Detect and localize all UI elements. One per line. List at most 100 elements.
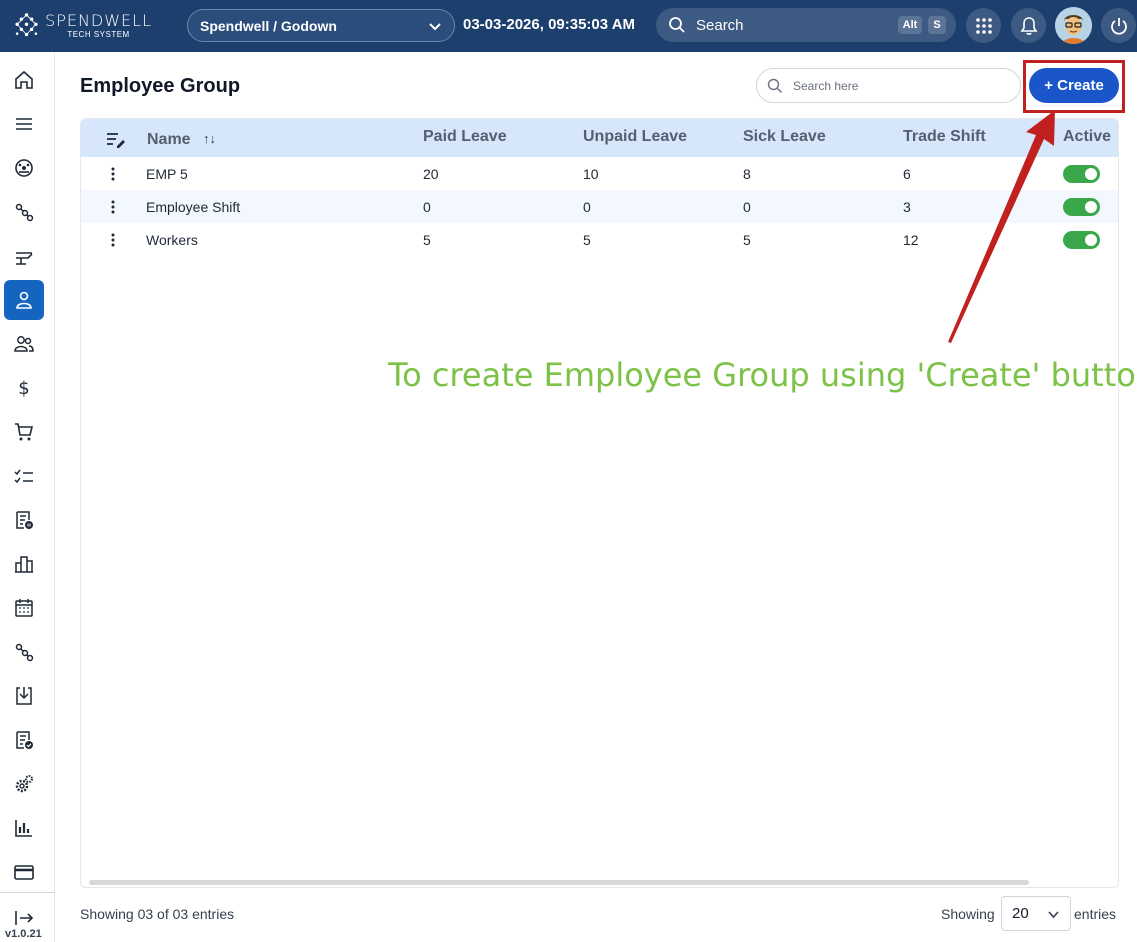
sidebar-item-import[interactable] bbox=[4, 676, 44, 716]
buildings-icon bbox=[15, 556, 33, 573]
cart-icon bbox=[15, 423, 34, 441]
sidebar-item-employee[interactable] bbox=[4, 280, 44, 320]
document-check-icon bbox=[16, 731, 33, 749]
column-header-active[interactable]: Active bbox=[1063, 128, 1111, 146]
sort-icon[interactable]: ↑↓ bbox=[203, 131, 216, 146]
top-bar: SPENDWELL TECH SYSTEM Spendwell / Godown… bbox=[0, 0, 1137, 52]
page-size-select[interactable]: 20 bbox=[1001, 896, 1071, 931]
shortcut-s-key: S bbox=[928, 16, 946, 34]
sidebar-item-approvals[interactable] bbox=[4, 720, 44, 760]
annotation-text: To create Employee Group using 'Create' … bbox=[388, 356, 1137, 394]
cell-trade-shift: 6 bbox=[903, 166, 911, 182]
sidebar-item-billing[interactable] bbox=[4, 852, 44, 892]
bell-icon bbox=[1020, 16, 1037, 35]
cell-trade-shift: 3 bbox=[903, 199, 911, 215]
cell-unpaid-leave: 0 bbox=[583, 199, 591, 215]
current-datetime: 03-03-2026, 09:35:03 AM bbox=[463, 16, 636, 33]
fork-lift-icon bbox=[16, 252, 33, 265]
column-header-paid-leave[interactable]: Paid Leave bbox=[423, 128, 507, 146]
cell-paid-leave: 20 bbox=[423, 166, 439, 182]
logo-mark-icon bbox=[15, 13, 38, 37]
sidebar-item-finance[interactable]: $ bbox=[4, 368, 44, 408]
active-toggle[interactable] bbox=[1063, 231, 1100, 249]
global-search-label: Search bbox=[696, 16, 744, 34]
branch-selector[interactable]: Spendwell / Godown bbox=[187, 9, 455, 42]
avatar-icon bbox=[1055, 7, 1092, 44]
cell-sick-leave: 0 bbox=[743, 199, 751, 215]
global-search-button[interactable]: Search Alt S bbox=[656, 8, 956, 42]
bar-chart-icon bbox=[15, 820, 32, 837]
create-button-highlight bbox=[1023, 60, 1125, 113]
cell-trade-shift: 12 bbox=[903, 232, 919, 248]
menu-icon bbox=[16, 118, 32, 130]
sidebar-item-home[interactable] bbox=[4, 60, 44, 100]
column-header-name[interactable]: Name bbox=[147, 131, 191, 149]
apps-grid-button[interactable] bbox=[966, 8, 1001, 43]
sidebar-item-settings[interactable] bbox=[4, 764, 44, 804]
sidebar-item-tasks[interactable] bbox=[4, 456, 44, 496]
apps-grid-icon bbox=[975, 17, 992, 34]
power-button[interactable] bbox=[1101, 8, 1136, 43]
sidebar-item-users[interactable] bbox=[4, 324, 44, 364]
chevron-down-icon bbox=[429, 23, 441, 31]
row-actions-icon[interactable] bbox=[106, 198, 120, 216]
table-row[interactable]: EMP 5 20 10 8 6 bbox=[81, 157, 1118, 190]
employee-group-table: Name ↑↓ Paid Leave Unpaid Leave Sick Lea… bbox=[80, 118, 1119, 888]
sidebar-item-workflow[interactable] bbox=[4, 192, 44, 232]
users-icon bbox=[14, 336, 34, 352]
checklist-icon bbox=[14, 469, 33, 484]
dashboard-gauge-icon bbox=[15, 159, 33, 177]
cell-name: Workers bbox=[146, 232, 198, 248]
branch-selector-value: Spendwell / Godown bbox=[200, 17, 337, 34]
column-header-unpaid-leave[interactable]: Unpaid Leave bbox=[583, 128, 687, 146]
page-title: Employee Group bbox=[80, 75, 241, 97]
sidebar-item-company[interactable] bbox=[4, 544, 44, 584]
download-tray-icon bbox=[16, 687, 32, 705]
logout-icon bbox=[15, 911, 34, 925]
row-actions-icon[interactable] bbox=[106, 231, 120, 249]
entries-label: entries bbox=[1074, 906, 1117, 922]
table-search bbox=[756, 68, 1021, 103]
active-toggle[interactable] bbox=[1063, 198, 1100, 216]
power-icon bbox=[1110, 17, 1127, 35]
search-input[interactable] bbox=[793, 78, 993, 93]
search-icon bbox=[669, 17, 685, 33]
workflow-icon bbox=[15, 203, 34, 222]
sidebar: $ v1.0.21 bbox=[0, 52, 55, 942]
active-toggle[interactable] bbox=[1063, 165, 1100, 183]
column-header-trade-shift[interactable]: Trade Shift bbox=[903, 128, 986, 146]
cell-unpaid-leave: 10 bbox=[583, 166, 599, 182]
calendar-icon bbox=[15, 599, 33, 617]
cell-sick-leave: 5 bbox=[743, 232, 751, 248]
sidebar-item-reports-pending[interactable] bbox=[4, 500, 44, 540]
sidebar-item-menu[interactable] bbox=[4, 104, 44, 144]
column-header-sick-leave[interactable]: Sick Leave bbox=[743, 128, 826, 146]
user-avatar[interactable] bbox=[1055, 7, 1092, 44]
search-icon bbox=[767, 78, 782, 93]
table-header: Name ↑↓ Paid Leave Unpaid Leave Sick Lea… bbox=[81, 119, 1118, 157]
row-actions-icon[interactable] bbox=[106, 165, 120, 183]
edit-columns-icon[interactable] bbox=[106, 132, 126, 148]
chevron-down-icon bbox=[1048, 911, 1059, 919]
page-size-label: Showing bbox=[941, 906, 995, 922]
logo-subtitle: TECH SYSTEM bbox=[67, 30, 130, 39]
sidebar-item-process[interactable] bbox=[4, 632, 44, 672]
report-pause-icon bbox=[16, 511, 33, 529]
cell-paid-leave: 5 bbox=[423, 232, 431, 248]
logo-name: SPENDWELL bbox=[45, 11, 152, 30]
credit-card-icon bbox=[14, 865, 34, 880]
home-icon bbox=[15, 70, 33, 89]
sidebar-item-dashboard[interactable] bbox=[4, 148, 44, 188]
entries-summary: Showing 03 of 03 entries bbox=[80, 906, 235, 922]
table-row[interactable]: Workers 5 5 5 12 bbox=[81, 223, 1118, 256]
sidebar-item-calendar[interactable] bbox=[4, 588, 44, 628]
sidebar-item-warehouse[interactable] bbox=[4, 236, 44, 276]
svg-text:$: $ bbox=[18, 378, 29, 399]
sidebar-item-purchase[interactable] bbox=[4, 412, 44, 452]
horizontal-scrollbar[interactable] bbox=[89, 880, 1029, 885]
notifications-button[interactable] bbox=[1011, 8, 1046, 43]
sidebar-item-analytics[interactable] bbox=[4, 808, 44, 848]
cell-unpaid-leave: 5 bbox=[583, 232, 591, 248]
table-row[interactable]: Employee Shift 0 0 0 3 bbox=[81, 190, 1118, 223]
app-logo[interactable]: SPENDWELL TECH SYSTEM bbox=[12, 8, 152, 44]
